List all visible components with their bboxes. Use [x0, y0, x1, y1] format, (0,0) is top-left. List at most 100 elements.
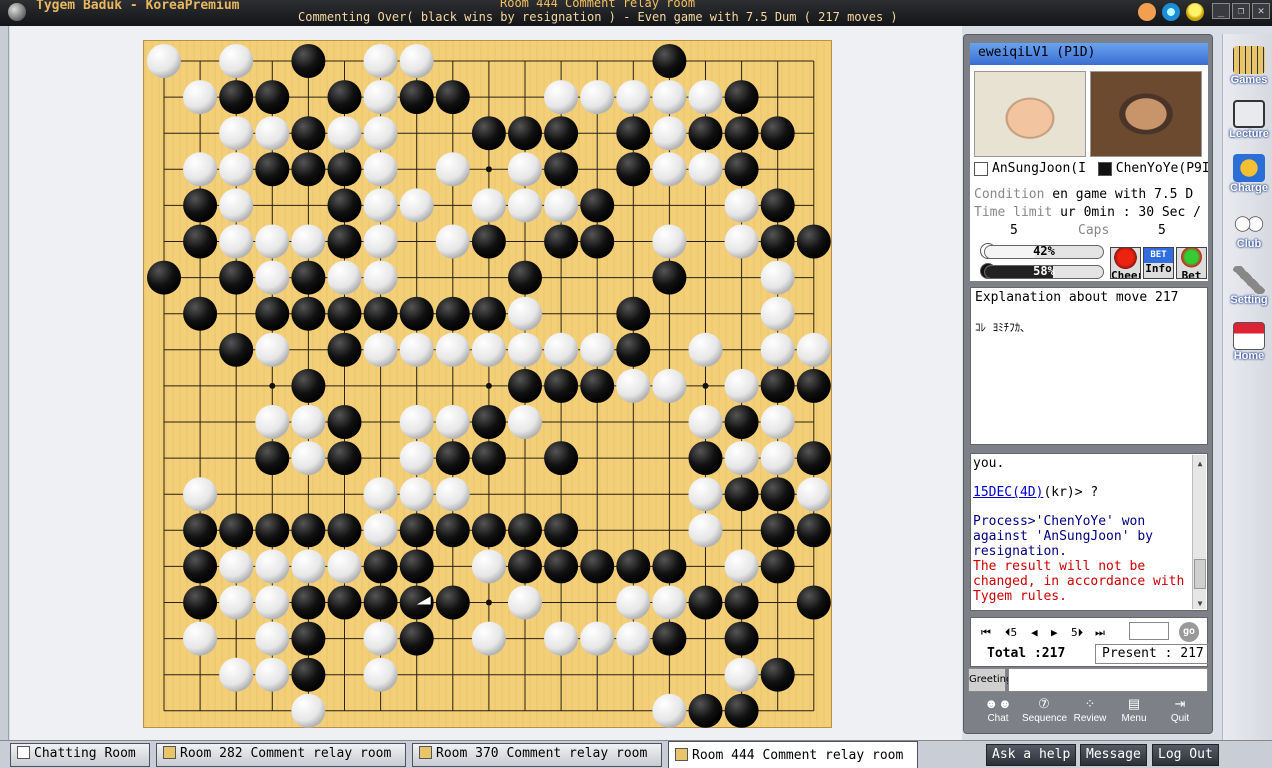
- tab-room-282[interactable]: Room 282 Comment relay room: [156, 743, 406, 767]
- minimize-button[interactable]: _: [1212, 3, 1230, 19]
- side-nav-setting[interactable]: Setting: [1227, 266, 1271, 312]
- sequence-button[interactable]: ⑦ Sequence: [1022, 695, 1067, 731]
- white-stone: [724, 188, 759, 223]
- ask-help-button[interactable]: Ask a help: [986, 744, 1077, 766]
- side-nav-lecture-label: Lecture: [1229, 128, 1269, 140]
- black-stone: [291, 657, 326, 692]
- tab-room-444[interactable]: Room 444 Comment relay room: [668, 741, 918, 768]
- theme-icon[interactable]: [1138, 3, 1156, 21]
- info-button[interactable]: BET Info: [1143, 247, 1174, 279]
- move-explanation-box[interactable]: Explanation about move 217 ｺﾚ ﾖﾐﾁﾌｶ､: [970, 287, 1208, 445]
- first-move-button[interactable]: ⏮: [981, 626, 991, 640]
- logout-button[interactable]: Log Out: [1152, 744, 1219, 766]
- greeting-input[interactable]: [1008, 668, 1208, 692]
- condition-value: en game with 7.5 D: [1052, 187, 1194, 202]
- white-player-name[interactable]: AnSungJoon(I: [992, 161, 1086, 176]
- search-icon[interactable]: [1162, 3, 1180, 21]
- white-stone: [219, 585, 254, 620]
- side-nav-home[interactable]: Home: [1227, 322, 1271, 368]
- white-stone: [652, 224, 687, 259]
- black-stone: [399, 80, 434, 115]
- bet-button[interactable]: Bet: [1176, 247, 1207, 279]
- next-move-button[interactable]: ▶: [1051, 626, 1058, 639]
- bet-badge-label: BET: [1150, 250, 1167, 260]
- side-nav-home-label: Home: [1233, 350, 1265, 362]
- quit-button[interactable]: ⇥ Quit: [1158, 695, 1202, 731]
- side-nav-lecture[interactable]: Lecture: [1227, 100, 1271, 146]
- black-stone: [327, 513, 362, 548]
- white-stone: [255, 332, 290, 367]
- go-board[interactable]: [143, 40, 832, 728]
- white-stone: [688, 332, 723, 367]
- white-stone: [255, 657, 290, 692]
- black-stone: [399, 621, 434, 656]
- black-stone: [435, 80, 470, 115]
- greeting-button[interactable]: Greeting: [968, 668, 1012, 692]
- white-stone: [435, 477, 470, 512]
- tab-label: Room 282 Comment relay room: [180, 746, 392, 761]
- black-player-name[interactable]: ChenYoYe(P9I: [1116, 161, 1208, 176]
- app-title: Tygem Baduk - KoreaPremium: [36, 0, 240, 13]
- black-stone: [327, 152, 362, 187]
- white-stone: [363, 657, 398, 692]
- black-stone: [616, 332, 651, 367]
- scroll-up-icon[interactable]: ▲: [1194, 456, 1206, 468]
- black-stone: [796, 224, 831, 259]
- chat-icon: ☻☻: [984, 696, 1012, 711]
- tab-room-370[interactable]: Room 370 Comment relay room: [412, 743, 662, 767]
- go-button[interactable]: go: [1179, 622, 1199, 642]
- charge-coins-icon: [1233, 154, 1265, 182]
- tab-chatting-room[interactable]: Chatting Room: [10, 743, 150, 767]
- white-stone: [760, 296, 795, 331]
- quit-icon: ⇥: [1174, 696, 1186, 711]
- black-stone: [327, 441, 362, 476]
- black-stone: [255, 513, 290, 548]
- black-stone: [219, 513, 254, 548]
- black-stone: [796, 585, 831, 620]
- board-grid[interactable]: [144, 41, 833, 729]
- chat-scrollbar[interactable]: ▲ ▼: [1192, 455, 1206, 609]
- last-move-button[interactable]: ⏭: [1095, 626, 1105, 640]
- white-stone: [688, 405, 723, 439]
- white-stone: [544, 188, 579, 223]
- message-button[interactable]: Message: [1080, 744, 1147, 766]
- white-stone: [508, 585, 542, 620]
- prev-move-button[interactable]: ◀: [1031, 626, 1038, 639]
- close-button[interactable]: ✕: [1252, 3, 1270, 19]
- black-stone: [544, 116, 579, 151]
- review-button[interactable]: ⁘ Review: [1068, 695, 1112, 731]
- white-win-percent: 42%: [1033, 245, 1055, 258]
- side-nav-charge[interactable]: Charge: [1227, 154, 1271, 200]
- chat-button[interactable]: ☻☻ Chat: [976, 695, 1020, 731]
- black-stone: [544, 441, 579, 476]
- white-stone: [724, 657, 759, 692]
- scroll-thumb[interactable]: [1194, 559, 1206, 589]
- black-stone: [544, 152, 579, 187]
- black-captures: 5: [1158, 223, 1166, 238]
- forward-5-button[interactable]: 5⏵: [1071, 626, 1083, 640]
- review-button-label: Review: [1073, 713, 1107, 724]
- chat-notice-message: The result will not be changed, in accor…: [973, 559, 1185, 604]
- black-stone: [724, 405, 759, 439]
- move-number-input[interactable]: [1129, 622, 1169, 640]
- black-stone: [399, 296, 434, 331]
- black-stone: [652, 44, 687, 78]
- white-stone: [471, 332, 506, 367]
- black-win-percent: 58%: [1033, 265, 1055, 278]
- hint-bulb-icon[interactable]: [1186, 3, 1204, 21]
- side-nav-games[interactable]: Games: [1227, 46, 1271, 92]
- maximize-button[interactable]: ❐: [1232, 3, 1250, 19]
- menu-button[interactable]: ▤ Menu: [1112, 695, 1156, 731]
- white-stone: [471, 621, 506, 656]
- cheer-button[interactable]: Cheer: [1110, 247, 1141, 279]
- black-stone: [471, 441, 506, 476]
- back-5-button[interactable]: ⏴5: [1005, 626, 1017, 640]
- chat-user-link[interactable]: 15DEC(4D): [973, 485, 1043, 500]
- white-stone: [399, 332, 434, 367]
- chat-line: you.: [973, 456, 1005, 471]
- side-nav-club[interactable]: Club: [1227, 210, 1271, 256]
- chat-log[interactable]: you. 15DEC(4D)(kr)> ? Process>'ChenYoYe'…: [970, 453, 1208, 611]
- black-player-photo: [1090, 71, 1202, 157]
- scroll-down-icon[interactable]: ▼: [1194, 596, 1206, 608]
- white-player-photo: [974, 71, 1086, 157]
